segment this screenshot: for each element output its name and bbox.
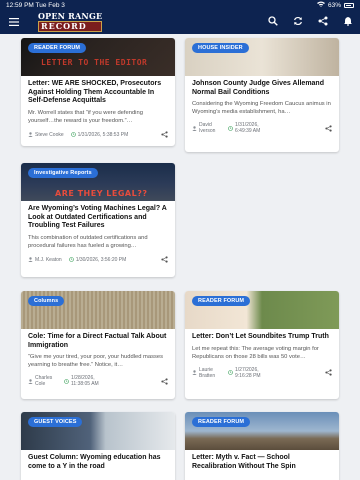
author-name: M.J. Keaton	[35, 256, 62, 263]
article-image: READER FORUM	[185, 291, 339, 329]
author: Steve Cooke	[28, 132, 64, 138]
clock-icon	[228, 370, 233, 375]
article-meta: M.J. Keaton 1/30/2026, 3:56:20 PM	[28, 256, 168, 264]
category-badge[interactable]: Investigative Reports	[28, 168, 98, 178]
article-card[interactable]: READER FORUM Letter: Don’t Let Soundbite…	[185, 291, 339, 399]
timestamp: 1/31/2026, 5:38:53 PM	[70, 131, 129, 138]
article-image: ARE THEY LEGAL?? Investigative Reports	[21, 163, 175, 201]
article-excerpt: Let me repeat this: The average voting m…	[192, 345, 319, 360]
category-badge[interactable]: Columns	[28, 296, 65, 306]
share-icon[interactable]	[160, 256, 168, 264]
article-excerpt: This combination of outdated certificati…	[28, 234, 148, 249]
category-badge[interactable]: READER FORUM	[28, 43, 87, 53]
article-meta: David Iverson 1/31/2026, 6:49:39 AM	[192, 122, 332, 134]
timestamp-text: 1/31/2026, 5:38:53 PM	[77, 131, 129, 138]
category-badge[interactable]: GUEST VOICES	[28, 417, 83, 427]
share-icon[interactable]	[324, 369, 332, 377]
article-card[interactable]: HOUSE INSIDER Johnson County Judge Gives…	[185, 38, 339, 152]
article-excerpt: “Give me your tired, your poor, your hud…	[28, 354, 164, 369]
status-time: 12:59 PM	[6, 1, 34, 9]
article-card[interactable]: ARE THEY LEGAL?? Investigative Reports A…	[21, 163, 175, 277]
article-meta: Laurie Bratten 1/27/2026, 9:16:28 PM	[192, 367, 332, 379]
author: M.J. Keaton	[28, 257, 62, 263]
app-header: OPEN RANGE RECORD	[0, 10, 360, 34]
status-bar: 12:59 PM Tue Feb 3 63%	[0, 0, 360, 10]
author: David Iverson	[192, 122, 221, 134]
article-feed: LETTER TO THE EDITOR READER FORUM Letter…	[0, 34, 360, 480]
author-name: Charles Cole	[35, 375, 53, 388]
timestamp: 1/27/2026, 9:16:28 PM	[228, 367, 275, 379]
article-card[interactable]: READER FORUM Letter: Myth v. Fact — Scho…	[185, 412, 339, 480]
timestamp-text: 1/28/2026, 11:38:05 AM	[71, 375, 99, 388]
user-icon	[192, 370, 197, 376]
status-time-date: 12:59 PM Tue Feb 3	[6, 2, 65, 9]
timestamp-text: 1/30/2026, 3:56:20 PM	[75, 256, 127, 263]
clock-icon	[68, 257, 74, 263]
author-name: David Iverson	[199, 122, 216, 135]
article-title[interactable]: Johnson County Judge Gives Allemand Norm…	[192, 80, 332, 97]
article-title[interactable]: Letter: Don’t Let Soundbites Trump Truth	[192, 333, 332, 342]
author: Charles Cole	[28, 375, 57, 387]
timestamp: 1/31/2026, 6:49:39 AM	[228, 122, 275, 134]
battery-percent: 63%	[327, 1, 341, 9]
article-card[interactable]: LETTER TO THE EDITOR READER FORUM Letter…	[21, 38, 175, 146]
article-excerpt: Considering the Wyoming Freedom Caucus a…	[192, 101, 331, 116]
user-icon	[192, 125, 197, 131]
category-badge[interactable]: HOUSE INSIDER	[192, 43, 249, 53]
timestamp-text: 1/27/2026, 9:16:28 PM	[235, 366, 261, 379]
article-title[interactable]: Letter: WE ARE SHOCKED, Prosecutors Agai…	[28, 80, 168, 106]
share-icon[interactable]	[324, 124, 332, 132]
clock-icon	[228, 125, 233, 131]
article-meta: Charles Cole 1/28/2026, 11:38:05 AM	[28, 375, 168, 387]
share-icon[interactable]	[160, 131, 168, 139]
author-name: Steve Cooke	[35, 131, 64, 138]
battery-icon	[344, 2, 354, 8]
article-title[interactable]: Cole: Time for a Direct Factual Talk Abo…	[28, 333, 168, 350]
share-icon[interactable]	[160, 377, 168, 385]
logo-line-2: RECORD	[38, 21, 103, 32]
category-badge[interactable]: READER FORUM	[192, 296, 251, 306]
article-title[interactable]: Letter: Myth v. Fact — School Recalibrat…	[192, 454, 332, 471]
author-name: Laurie Bratten	[199, 366, 216, 379]
wifi-icon	[316, 1, 325, 9]
timestamp: 1/28/2026, 11:38:05 AM	[64, 375, 111, 387]
user-icon	[28, 378, 33, 384]
article-title[interactable]: Guest Column: Wyoming education has come…	[28, 454, 168, 471]
logo-line-1: OPEN RANGE	[38, 11, 103, 21]
timestamp-text: 1/31/2026, 6:49:39 AM	[235, 122, 261, 135]
category-badge[interactable]: READER FORUM	[192, 417, 251, 427]
article-meta: Steve Cooke 1/31/2026, 5:38:53 PM	[28, 131, 168, 139]
user-icon	[28, 257, 33, 263]
notifications-bell-icon[interactable]	[342, 15, 354, 27]
clock-icon	[64, 378, 69, 384]
article-card[interactable]: GUEST VOICES Guest Column: Wyoming educa…	[21, 412, 175, 480]
article-image: LETTER TO THE EDITOR READER FORUM	[21, 38, 175, 76]
article-image: Columns	[21, 291, 175, 329]
refresh-icon[interactable]	[292, 15, 304, 27]
article-excerpt: Mr. Worrell states that “if you were def…	[28, 109, 143, 124]
article-title[interactable]: Are Wyoming’s Voting Machines Legal? A L…	[28, 205, 168, 231]
article-image-text: LETTER TO THE EDITOR	[41, 58, 148, 67]
timestamp: 1/30/2026, 3:56:20 PM	[68, 256, 127, 263]
status-indicators: 63%	[316, 1, 354, 9]
article-image-text: ARE THEY LEGAL??	[55, 189, 148, 198]
site-logo[interactable]: OPEN RANGE RECORD	[38, 11, 103, 32]
search-icon[interactable]	[267, 15, 279, 27]
share-icon[interactable]	[317, 15, 329, 27]
article-image: READER FORUM	[185, 412, 339, 450]
menu-icon[interactable]	[8, 16, 20, 28]
article-image: HOUSE INSIDER	[185, 38, 339, 76]
clock-icon	[70, 132, 76, 138]
status-date: Tue Feb 3	[35, 1, 65, 9]
user-icon	[28, 132, 33, 138]
author: Laurie Bratten	[192, 367, 221, 379]
header-actions	[267, 15, 354, 27]
article-image: GUEST VOICES	[21, 412, 175, 450]
article-card[interactable]: Columns Cole: Time for a Direct Factual …	[21, 291, 175, 399]
